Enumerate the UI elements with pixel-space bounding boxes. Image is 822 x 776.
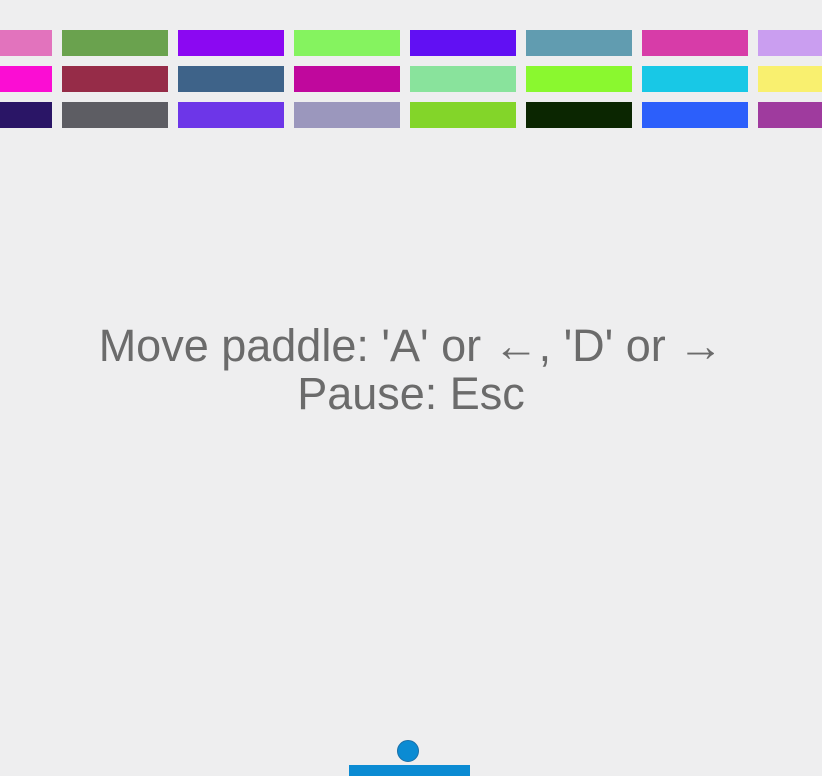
move-instruction: Move paddle: 'A' or ←, 'D' or →	[98, 320, 724, 371]
brick	[294, 30, 400, 56]
brick	[758, 66, 822, 92]
brick	[642, 66, 748, 92]
brick	[410, 30, 516, 56]
brick	[178, 30, 284, 56]
brick	[62, 30, 168, 56]
brick	[178, 66, 284, 92]
brick	[526, 30, 632, 56]
brick	[0, 102, 52, 128]
game-canvas[interactable]: Move paddle: 'A' or ←, 'D' or → Pause: E…	[0, 0, 822, 776]
brick	[62, 102, 168, 128]
brick	[294, 66, 400, 92]
brick	[758, 102, 822, 128]
ball	[397, 740, 419, 762]
brick	[410, 102, 516, 128]
brick	[0, 66, 52, 92]
brick	[526, 102, 632, 128]
brick	[178, 102, 284, 128]
brick	[642, 102, 748, 128]
brick	[0, 30, 52, 56]
brick	[758, 30, 822, 56]
brick	[526, 66, 632, 92]
pause-instruction: Pause: Esc	[297, 368, 525, 419]
brick	[294, 102, 400, 128]
brick	[410, 66, 516, 92]
instructions-overlay: Move paddle: 'A' or ←, 'D' or → Pause: E…	[0, 322, 822, 418]
brick	[62, 66, 168, 92]
brick	[642, 30, 748, 56]
paddle[interactable]	[349, 765, 470, 776]
